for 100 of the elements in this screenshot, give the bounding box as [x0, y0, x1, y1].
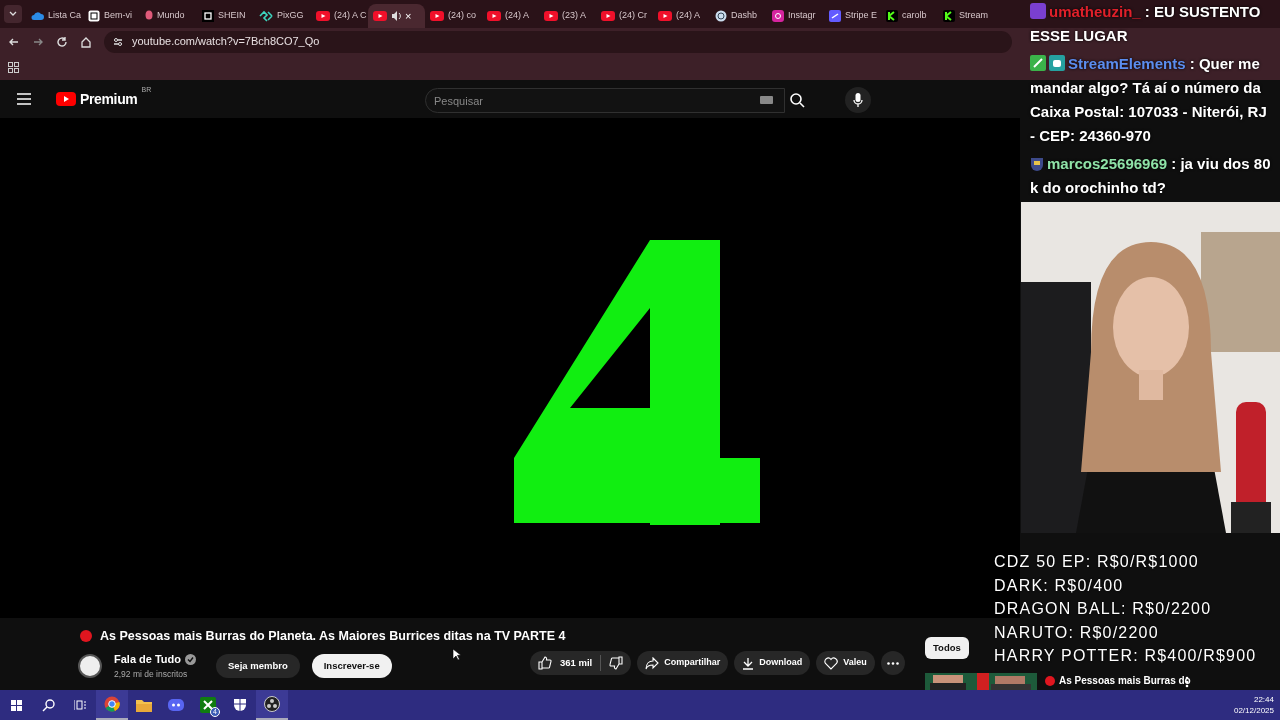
goal-text: DRAGON BALL: R$0/2200	[994, 599, 1213, 619]
member-button[interactable]: Seja membro	[216, 653, 300, 678]
menu-icon[interactable]	[16, 92, 32, 106]
youtube-logo-icon[interactable]	[56, 92, 76, 106]
chrome-icon	[104, 696, 120, 712]
browser-tab[interactable]: Stripe E	[824, 4, 881, 28]
tab-title: PixGG	[277, 9, 304, 23]
xbox-icon	[200, 697, 216, 713]
youtube-icon	[487, 11, 501, 21]
youtube-icon	[658, 11, 672, 21]
goal-text: HARRY POTTER: R$400/R$900	[994, 646, 1257, 666]
more-button[interactable]	[880, 651, 905, 675]
browser-tab[interactable]: (24) co	[425, 4, 482, 28]
youtube-icon	[544, 11, 558, 21]
taskbar-app[interactable]	[256, 690, 288, 720]
browser-tab[interactable]: Stream	[938, 4, 995, 28]
tab-title: (24) A	[676, 9, 700, 23]
search-icon	[41, 698, 55, 712]
goal-text: CDZ 50 EP: R$0/R$1000	[994, 552, 1200, 572]
apps-grid-icon[interactable]	[8, 62, 19, 73]
tab-title: (24) A C	[334, 9, 367, 23]
speaker-icon	[391, 10, 401, 22]
video-title: As Pessoas mais Burras do Planeta. As Maiores Burrices ditas na TV PARTE 4	[100, 628, 566, 645]
tab-title: carolb	[902, 9, 927, 23]
browser-tab[interactable]: (24) A C	[311, 4, 368, 28]
folder-icon	[136, 698, 152, 712]
clock-time: 22:44	[1253, 694, 1274, 705]
tab-title: (24) A	[505, 9, 529, 23]
filter-chip[interactable]: Todos	[925, 637, 969, 659]
browser-tab[interactable]: ×	[368, 4, 425, 28]
microphone-button[interactable]	[845, 87, 871, 113]
action-button[interactable]: Compartilhar	[637, 651, 729, 675]
browser-tab[interactable]: PixGG	[254, 4, 311, 28]
shield-icon	[1030, 157, 1044, 171]
task-view-icon	[74, 699, 86, 711]
browser-tab[interactable]: Dashb	[710, 4, 767, 28]
browser-tab[interactable]: Bem-vi	[83, 4, 140, 28]
browser-tab[interactable]: (24) A	[482, 4, 539, 28]
chevron-down-icon	[9, 11, 17, 17]
goal-text: DARK: R$0/400	[994, 575, 1125, 596]
youtube-icon	[430, 11, 444, 21]
search-icon[interactable]	[789, 92, 805, 108]
tab-title: Stream	[959, 9, 988, 23]
badge-icon	[1030, 55, 1046, 71]
browser-tab[interactable]: SHEIN	[197, 4, 254, 28]
youtube-icon	[601, 11, 615, 21]
address-bar[interactable]: youtube.com/watch?v=7Bch8CO7_Qo	[104, 30, 1012, 53]
site-settings-icon[interactable]	[112, 35, 124, 48]
channel-name[interactable]: Fala de Tudo	[114, 651, 182, 668]
microphone-icon	[853, 92, 863, 108]
badge-icon	[1030, 3, 1046, 19]
tab-title: Dashb	[731, 9, 757, 23]
goal-text: NARUTO: R$0/2200	[994, 622, 1160, 643]
subscriber-count: 2,92 mi de inscritos	[114, 667, 189, 681]
square-icon	[829, 10, 841, 22]
action-button[interactable]: Valeu	[816, 651, 875, 675]
browser-tab[interactable]: carolb	[881, 4, 938, 28]
youtube-icon	[373, 11, 387, 21]
home-icon[interactable]	[80, 35, 92, 48]
logo-text: Premium	[80, 89, 138, 109]
cursor-icon	[452, 648, 461, 661]
chat-message: umatheuzin_ : EU SUSTENTO ESSE LUGAR	[1030, 2, 1262, 46]
verified-icon	[185, 653, 197, 665]
channel-avatar-icon[interactable]	[78, 653, 102, 678]
obs-icon	[264, 696, 280, 712]
browser-tab[interactable]: (23) A	[539, 4, 596, 28]
shield-icon	[233, 698, 247, 712]
close-tab-button[interactable]: ×	[405, 7, 412, 25]
taskbar-app[interactable]	[96, 690, 128, 720]
youtube-icon	[316, 11, 330, 21]
notion-square-icon	[88, 10, 100, 22]
tab-title: (24) co	[448, 9, 476, 23]
browser-tab[interactable]: (24) Cr	[596, 4, 653, 28]
tab-list-button[interactable]	[4, 5, 22, 23]
search-field[interactable]: Pesquisar	[425, 88, 785, 113]
diamond-icon	[259, 10, 273, 22]
download-icon	[742, 656, 755, 670]
like-count: 361 mil	[560, 655, 593, 670]
square-icon	[202, 10, 214, 22]
tab-title: SHEIN	[218, 9, 246, 23]
heart-icon	[824, 656, 839, 670]
thumbs-down-icon	[609, 656, 624, 670]
tab-title: (23) A	[562, 9, 586, 23]
browser-tab[interactable]: Instagr	[767, 4, 824, 28]
tab-title: Mundo	[157, 9, 185, 23]
browser-tab[interactable]: Lista Ca	[26, 4, 83, 28]
reload-icon[interactable]	[56, 35, 68, 48]
more-icon	[886, 661, 899, 665]
chat-message: StreamElements : Quer me mandar algo? Tá aí o número da Caixa Postal: 107033 - Niterói, RJ - CEP: 24360-970	[1030, 54, 1268, 146]
browser-tab[interactable]: Mundo	[140, 4, 197, 28]
keyboard-icon[interactable]	[760, 95, 773, 104]
subscribe-button[interactable]: Inscrever-se	[311, 653, 392, 678]
k-icon	[943, 10, 955, 22]
action-button[interactable]: Download	[734, 651, 811, 675]
like-dislike-button[interactable]: 361 mil	[530, 651, 632, 675]
browser-tab[interactable]: (24) A	[653, 4, 710, 28]
tab-title: Lista Ca	[48, 9, 82, 23]
tab-title: (24) Cr	[619, 9, 647, 23]
chat-message: marcos25696969 : ja viu dos 80 k do orochinho td?	[1030, 154, 1272, 198]
windows-icon	[10, 699, 22, 711]
